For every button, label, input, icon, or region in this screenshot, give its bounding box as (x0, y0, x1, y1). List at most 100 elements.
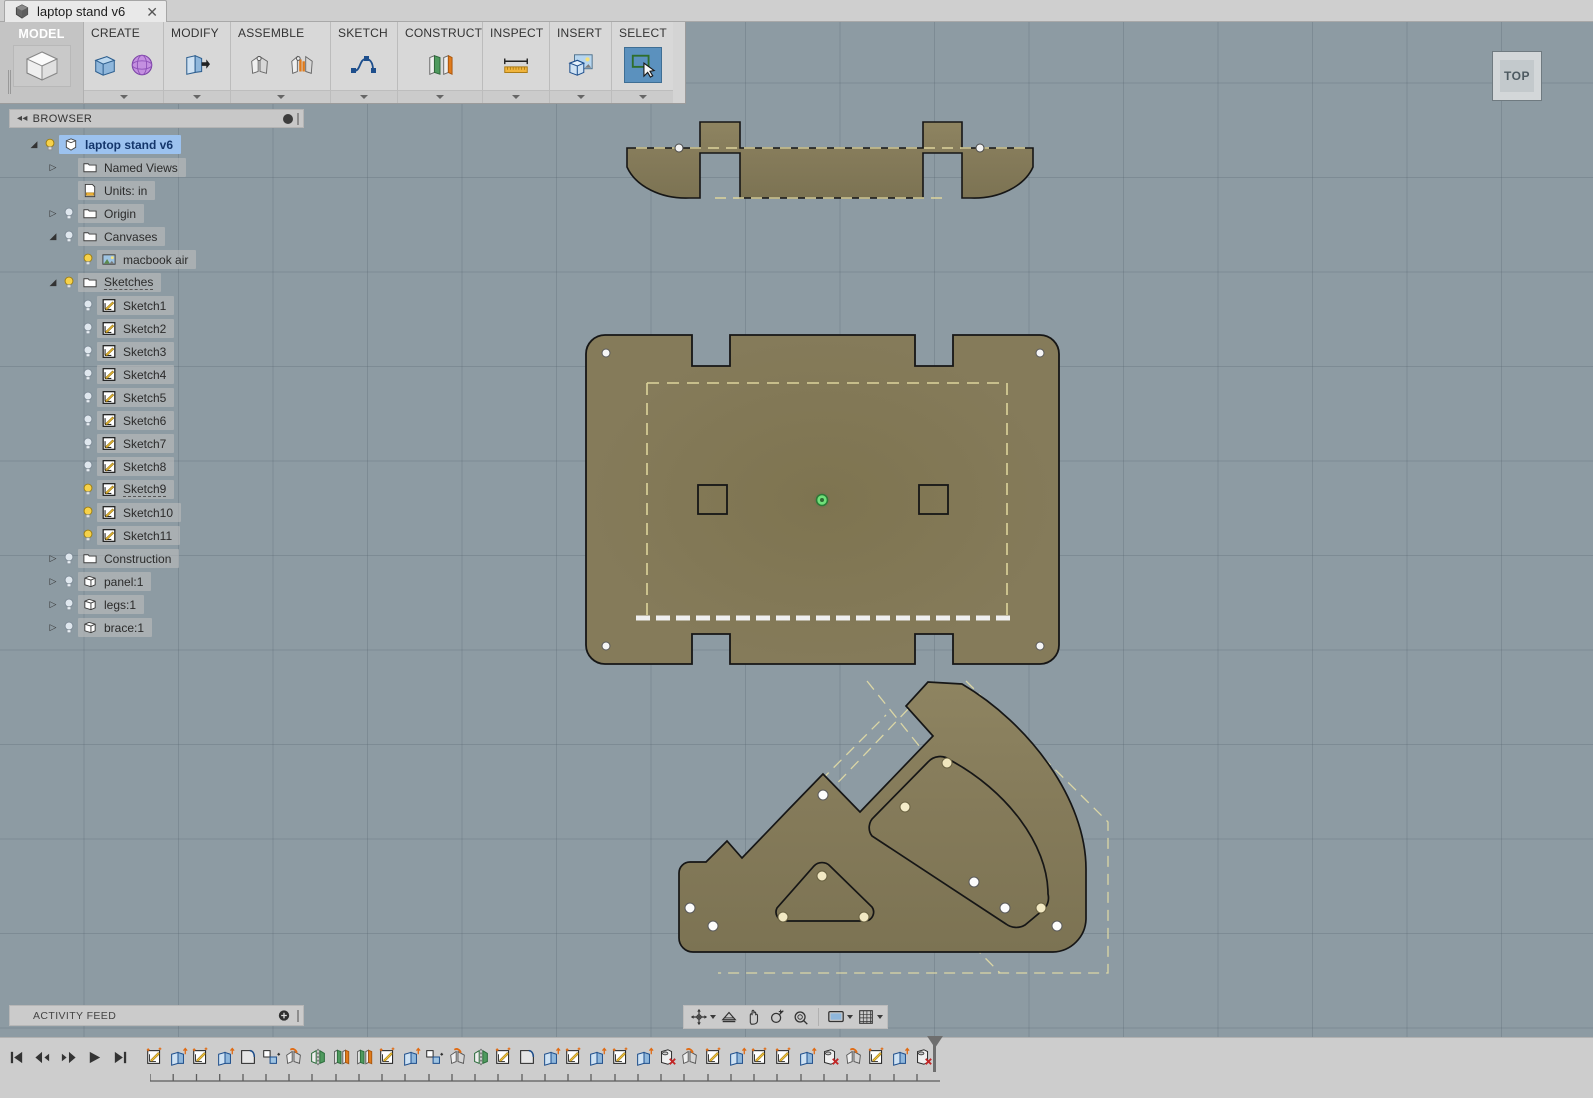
timeline-feature-20[interactable] (586, 1044, 609, 1070)
measure-icon[interactable] (497, 47, 535, 83)
browser-collapse-icon[interactable]: ◂◂ (10, 113, 33, 124)
panel-dropdown-assemble[interactable] (231, 90, 330, 103)
step-back-icon[interactable] (34, 1049, 51, 1071)
sphere-icon[interactable] (126, 47, 159, 83)
tree-node-pill[interactable]: legs:1 (78, 595, 145, 614)
press-pull-icon[interactable] (178, 47, 216, 83)
timeline-feature-30[interactable] (819, 1044, 842, 1070)
tree-node-pill[interactable]: Sketches (78, 273, 162, 292)
part-panel[interactable] (585, 334, 1060, 665)
select-window-icon[interactable] (623, 47, 662, 83)
visibility-bulb-icon[interactable] (79, 390, 97, 405)
tree-node-pill[interactable]: Sketch1 (97, 296, 175, 315)
tree-node-construction[interactable]: Construction (9, 547, 304, 570)
tree-node-root[interactable]: laptop stand v6 (9, 133, 304, 156)
visibility-bulb-icon[interactable] (60, 229, 78, 244)
workspace-switcher-model[interactable]: MODEL (0, 22, 84, 103)
visibility-bulb-icon[interactable] (79, 482, 97, 497)
visibility-bulb-icon[interactable] (60, 574, 78, 589)
tree-node-pill[interactable]: macbook air (97, 250, 197, 269)
timeline-feature-19[interactable] (562, 1044, 585, 1070)
expand-arrow-icon[interactable] (46, 622, 60, 633)
part-legs[interactable] (626, 121, 1034, 199)
tree-node-legs-1[interactable]: legs:1 (9, 593, 304, 616)
timeline-feature-10[interactable] (353, 1044, 376, 1070)
tree-node-sketch3[interactable]: Sketch3 (9, 340, 304, 363)
timeline-feature-7[interactable] (283, 1044, 306, 1070)
tree-node-pill[interactable]: Sketch4 (97, 365, 175, 384)
tree-node-sketch6[interactable]: Sketch6 (9, 409, 304, 432)
tree-node-brace-1[interactable]: brace:1 (9, 616, 304, 639)
tree-node-pill[interactable]: Sketch11 (97, 526, 181, 545)
step-forward-icon[interactable] (60, 1049, 77, 1071)
tree-node-pill[interactable]: Sketch6 (97, 411, 175, 430)
activity-feed-expand-icon[interactable] (276, 1008, 292, 1023)
expand-arrow-icon[interactable] (46, 162, 60, 173)
spline-icon[interactable] (345, 47, 383, 83)
timeline-feature-28[interactable] (772, 1044, 795, 1070)
tree-node-origin[interactable]: Origin (9, 202, 304, 225)
timeline-feature-3[interactable] (190, 1044, 213, 1070)
timeline-feature-27[interactable] (749, 1044, 772, 1070)
timeline-feature-17[interactable] (516, 1044, 539, 1070)
timeline-feature-26[interactable] (725, 1044, 748, 1070)
timeline-feature-25[interactable] (702, 1044, 725, 1070)
visibility-bulb-icon[interactable] (60, 620, 78, 635)
insert-canvas-icon[interactable] (562, 47, 600, 83)
tree-node-pill[interactable]: panel:1 (78, 572, 152, 591)
tree-node-pill[interactable]: Sketch10 (97, 503, 182, 522)
timeline-feature-32[interactable] (865, 1044, 888, 1070)
tree-node-sketch4[interactable]: Sketch4 (9, 363, 304, 386)
visibility-bulb-icon[interactable] (60, 275, 78, 290)
panel-dropdown-insert[interactable] (550, 90, 611, 103)
timeline-feature-16[interactable] (492, 1044, 515, 1070)
visibility-bulb-icon[interactable] (79, 367, 97, 382)
offset-plane-icon[interactable] (421, 47, 459, 83)
tree-node-sketch1[interactable]: Sketch1 (9, 294, 304, 317)
tree-node-sketch8[interactable]: Sketch8 (9, 455, 304, 478)
timeline-feature-13[interactable] (423, 1044, 446, 1070)
fit-icon[interactable] (790, 1007, 812, 1027)
document-tab[interactable]: laptop stand v6 ✕ (4, 0, 167, 22)
tree-node-named-views[interactable]: Named Views (9, 156, 304, 179)
play-icon[interactable] (86, 1049, 103, 1071)
view-cube[interactable]: TOP (1492, 51, 1542, 101)
extrude-icon[interactable] (89, 47, 122, 83)
visibility-bulb-icon[interactable] (60, 551, 78, 566)
tree-node-panel-1[interactable]: panel:1 (9, 570, 304, 593)
timeline-feature-31[interactable] (842, 1044, 865, 1070)
panel-dropdown-sketch[interactable] (331, 90, 397, 103)
visibility-bulb-icon[interactable] (41, 137, 59, 152)
timeline-playhead-handle[interactable] (927, 1036, 943, 1048)
expand-arrow-icon[interactable] (46, 576, 60, 587)
grid-caret[interactable] (877, 1015, 883, 1019)
panel-dropdown-inspect[interactable] (483, 90, 549, 103)
browser-resize-grip[interactable] (297, 112, 299, 125)
browser-options-icon[interactable] (283, 113, 293, 124)
expand-arrow-icon[interactable] (46, 231, 60, 242)
tree-node-pill[interactable]: Sketch8 (97, 457, 175, 476)
visibility-bulb-icon[interactable] (79, 436, 97, 451)
visibility-bulb-icon[interactable] (79, 321, 97, 336)
visibility-bulb-icon[interactable] (79, 413, 97, 428)
timeline-feature-2[interactable] (166, 1044, 189, 1070)
visibility-bulb-icon[interactable] (79, 459, 97, 474)
close-icon[interactable]: ✕ (146, 5, 158, 19)
visibility-bulb-icon[interactable] (60, 597, 78, 612)
activity-feed-bar[interactable]: ACTIVITY FEED (9, 1005, 304, 1026)
timeline-feature-23[interactable] (656, 1044, 679, 1070)
tree-node-pill[interactable]: Sketch2 (97, 319, 175, 338)
tree-node-macbook-air[interactable]: macbook air (9, 248, 304, 271)
visibility-bulb-icon[interactable] (79, 252, 97, 267)
display-settings-icon[interactable] (825, 1007, 847, 1027)
tree-node-sketch2[interactable]: Sketch2 (9, 317, 304, 340)
toolbar-grip[interactable] (8, 70, 11, 94)
visibility-bulb-icon[interactable] (79, 344, 97, 359)
go-to-start-icon[interactable] (8, 1049, 25, 1071)
tree-node-pill[interactable]: brace:1 (78, 618, 153, 637)
as-built-joint-icon[interactable] (283, 47, 321, 83)
visibility-bulb-icon[interactable] (60, 206, 78, 221)
expand-arrow-icon[interactable] (46, 553, 60, 564)
tree-node-pill[interactable]: Sketch5 (97, 388, 175, 407)
panel-dropdown-create[interactable] (84, 90, 163, 103)
